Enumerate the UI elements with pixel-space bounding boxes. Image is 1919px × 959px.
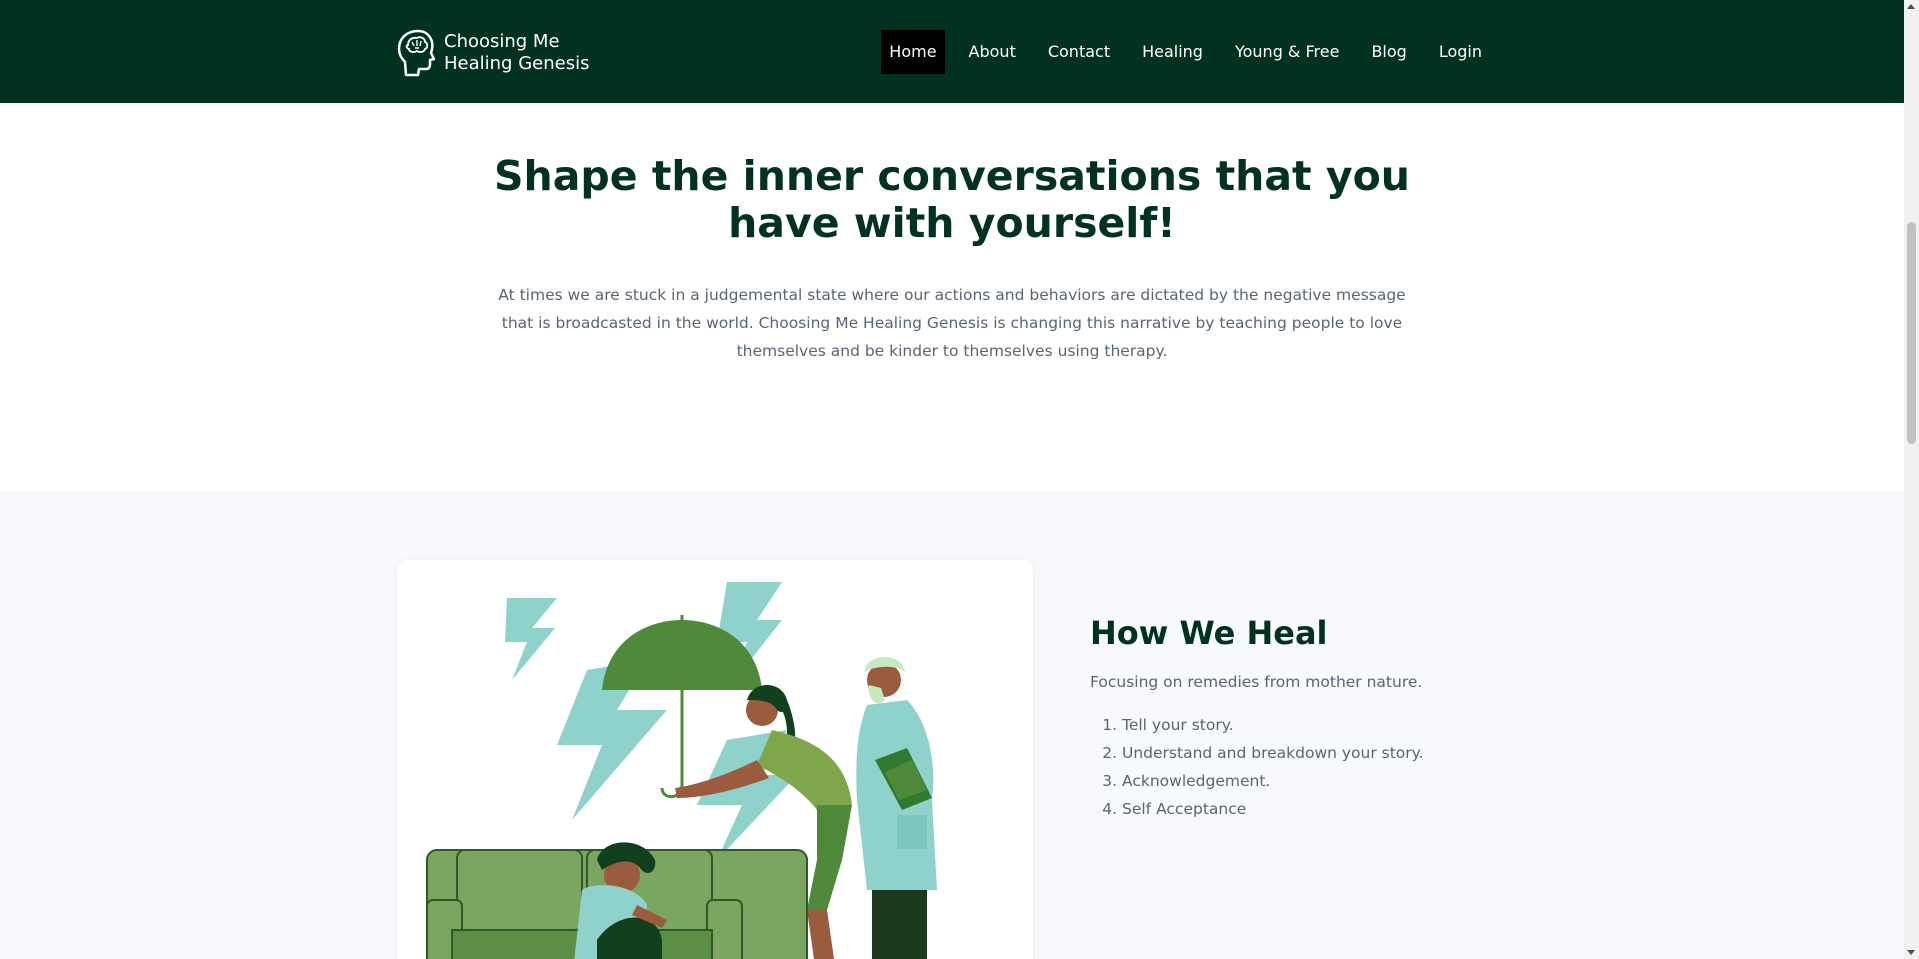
brand-name-line1: Choosing Me — [444, 31, 560, 52]
scroll-down-arrow-icon[interactable] — [1907, 950, 1915, 955]
main-nav: Home About Contact Healing Young & Free … — [865, 30, 1490, 74]
list-item: Understand and breakdown your story. — [1122, 739, 1424, 767]
nav-item-about[interactable]: About — [961, 30, 1024, 74]
list-item: Tell your story. — [1122, 711, 1424, 739]
head-brain-logo-icon — [397, 29, 436, 77]
nav-item-blog[interactable]: Blog — [1363, 30, 1414, 74]
nav-item-home[interactable]: Home — [881, 30, 945, 74]
nav-item-healing[interactable]: Healing — [1134, 30, 1211, 74]
brand-home-link[interactable]: Choosing Me Healing Genesis — [396, 28, 589, 78]
page-scrollbar[interactable] — [1904, 0, 1919, 959]
list-item: Acknowledgement. — [1122, 767, 1424, 795]
scroll-up-arrow-icon[interactable] — [1907, 4, 1915, 9]
how-we-heal-section: How We Heal Focusing on remedies from mo… — [0, 491, 1904, 959]
page: Choosing Me Healing Genesis Home About C… — [0, 0, 1919, 959]
how-we-heal-title: How We Heal — [1090, 614, 1328, 652]
therapy-umbrella-illustration-icon — [426, 582, 937, 959]
navbar: Choosing Me Healing Genesis Home About C… — [0, 0, 1904, 103]
list-item: Self Acceptance — [1122, 795, 1424, 823]
how-we-heal-subtitle: Focusing on remedies from mother nature. — [1090, 673, 1423, 691]
nav-item-young-and-free[interactable]: Young & Free — [1227, 30, 1347, 74]
hero-section: Shape the inner conversations that you h… — [0, 103, 1904, 491]
brand-name-line2: Healing Genesis — [444, 53, 590, 74]
healing-steps-list: Tell your story. Understand and breakdow… — [1090, 711, 1424, 823]
hero-description: At times we are stuck in a judgemental s… — [498, 286, 1406, 360]
illustration-card — [397, 560, 1033, 959]
nav-item-contact[interactable]: Contact — [1040, 30, 1118, 74]
brand-name: Choosing Me Healing Genesis — [444, 31, 589, 75]
hero-title: Shape the inner conversations that you h… — [494, 152, 1410, 247]
nav-item-login[interactable]: Login — [1431, 30, 1490, 74]
scroll-thumb[interactable] — [1907, 222, 1916, 444]
